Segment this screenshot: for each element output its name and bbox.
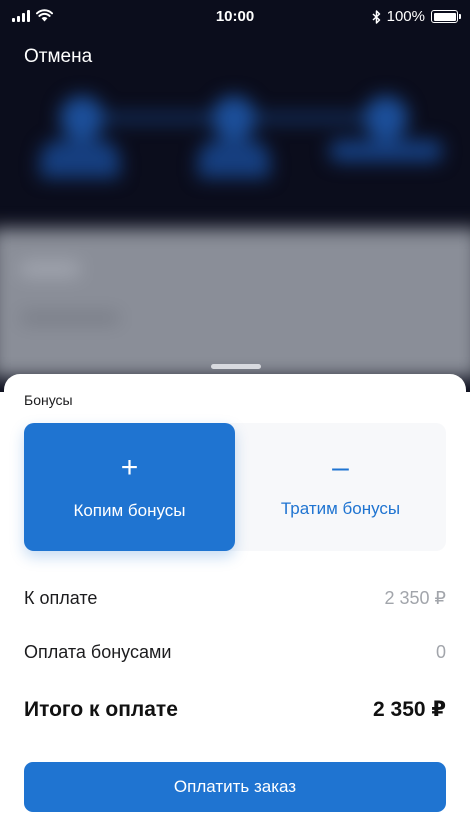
- bluetooth-icon: [372, 9, 380, 24]
- battery-percent: 100%: [386, 8, 425, 25]
- battery-icon: [431, 10, 461, 23]
- accumulate-bonuses-option[interactable]: + Копим бонусы: [24, 423, 235, 551]
- sheet-title: Бонусы: [24, 392, 73, 408]
- amount-due-row: К оплате 2 350 ₽: [24, 588, 446, 609]
- bonus-payment-row: Оплата бонусами 0: [24, 642, 446, 663]
- pay-order-button[interactable]: Оплатить заказ: [24, 762, 446, 812]
- cancel-button[interactable]: Отмена: [24, 46, 92, 68]
- option-label: Тратим бонусы: [280, 499, 401, 518]
- screen: 10:00 100% Отмена Бонусы + Копим бонусы …: [0, 0, 470, 826]
- status-bar: 10:00 100%: [0, 0, 470, 34]
- spend-bonuses-option[interactable]: – Тратим бонусы: [235, 423, 446, 551]
- sheet-grabber[interactable]: [211, 364, 261, 369]
- row-value: 0: [435, 642, 446, 662]
- row-label: Оплата бонусами: [24, 642, 172, 662]
- total-value: 2 350 ₽: [373, 698, 446, 721]
- bonus-mode-selector: + Копим бонусы – Тратим бонусы: [24, 423, 446, 551]
- row-label: К оплате: [24, 588, 98, 608]
- plus-icon: +: [120, 451, 139, 484]
- status-right: 100%: [372, 8, 461, 25]
- total-row: Итого к оплате 2 350 ₽: [24, 697, 446, 722]
- bonus-sheet: Бонусы + Копим бонусы – Тратим бонусы К …: [4, 374, 466, 826]
- total-label: Итого к оплате: [24, 697, 178, 721]
- option-label: Копим бонусы: [73, 501, 186, 520]
- row-value: 2 350 ₽: [384, 588, 447, 608]
- minus-icon: –: [332, 451, 349, 484]
